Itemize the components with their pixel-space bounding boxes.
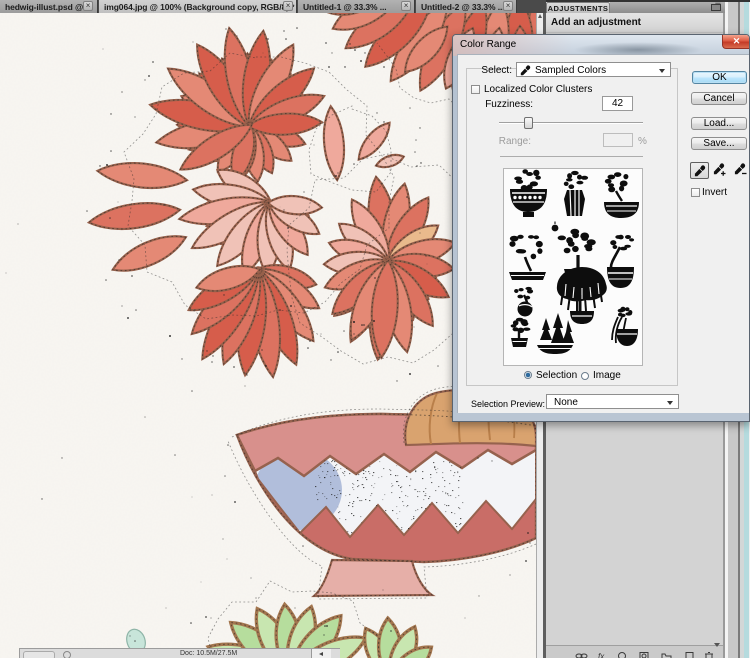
svg-text:fx: fx	[598, 652, 605, 658]
